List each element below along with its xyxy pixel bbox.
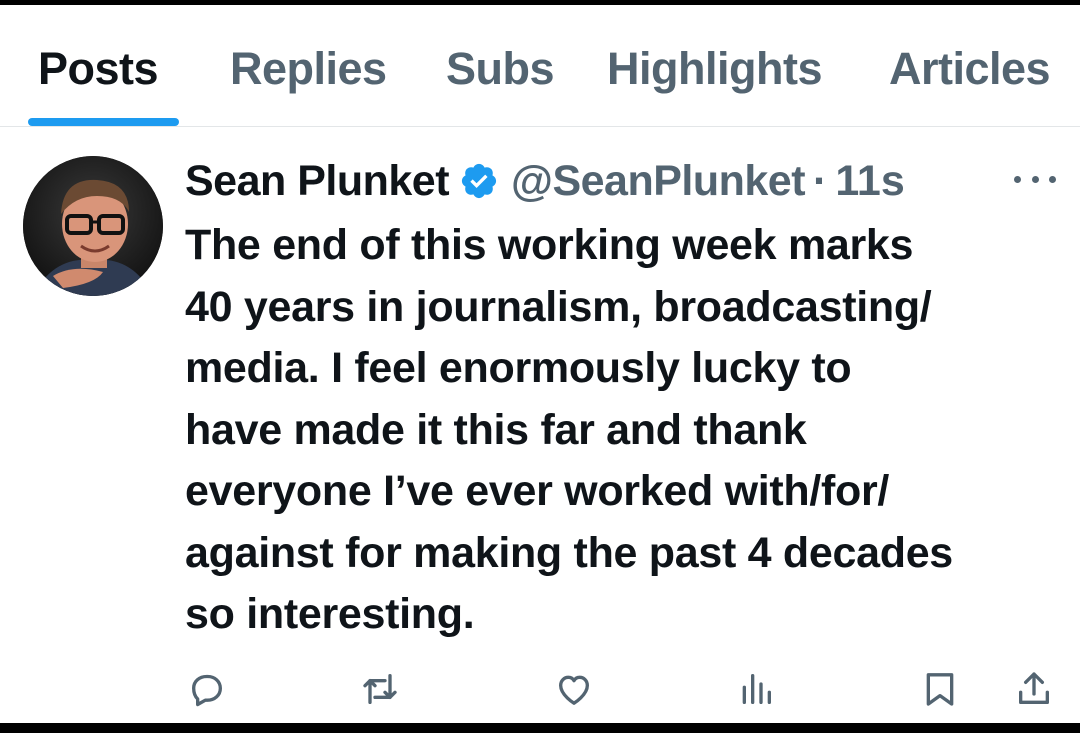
active-tab-indicator xyxy=(28,118,179,126)
bookmark-button[interactable] xyxy=(918,667,962,711)
tab-posts[interactable]: Posts xyxy=(38,43,159,95)
share-icon xyxy=(1019,672,1049,704)
tweet-text-line: against for making the past 4 decades xyxy=(185,528,953,577)
timestamp[interactable]: 11s xyxy=(835,157,904,206)
more-dot xyxy=(1014,175,1021,183)
tweet-text-line: The end of this working week marks xyxy=(185,221,914,269)
tweet-text-line: so interesting. xyxy=(185,590,475,638)
reply-icon xyxy=(192,674,222,707)
tab-highlights[interactable]: Highlights xyxy=(607,43,822,95)
tweet-text: The end of this working week marks 40 ye… xyxy=(185,215,1065,646)
reply-button[interactable] xyxy=(185,667,229,711)
repost-icon xyxy=(363,674,397,704)
like-icon xyxy=(559,675,589,705)
tab-replies[interactable]: Replies xyxy=(230,43,387,95)
more-dot xyxy=(1049,175,1056,183)
tweet-header: Sean Plunket @SeanPlunket · 11s xyxy=(185,153,905,209)
tweet-text-line: media. I feel enormously lucky to xyxy=(185,344,852,392)
tweet-text-line: 40 years in journalism, broadcasting/ xyxy=(185,282,932,331)
author-handle[interactable]: @SeanPlunket xyxy=(511,157,806,206)
views-icon xyxy=(742,674,771,704)
repost-button[interactable] xyxy=(358,667,402,711)
share-button[interactable] xyxy=(1012,667,1056,711)
profile-tabs: Posts Replies Subs Highlights Articles xyxy=(0,5,1080,127)
avatar[interactable] xyxy=(23,156,163,296)
like-button[interactable] xyxy=(552,667,596,711)
app-frame: Posts Replies Subs Highlights Articles S… xyxy=(0,5,1080,723)
avatar-photo xyxy=(23,156,163,296)
bookmark-icon xyxy=(926,673,954,706)
author-name[interactable]: Sean Plunket xyxy=(185,157,450,206)
more-dot xyxy=(1031,175,1039,183)
tab-articles[interactable]: Articles xyxy=(889,43,1051,95)
views-button[interactable] xyxy=(734,667,778,711)
separator-dot: · xyxy=(813,156,828,205)
tab-subs[interactable]: Subs xyxy=(446,43,555,95)
more-options-icon[interactable] xyxy=(1014,167,1056,191)
verified-badge-icon xyxy=(461,163,497,199)
tweet-text-line: everyone I’ve ever worked with/for/ xyxy=(185,467,890,515)
tweet-text-line: have made it this far and thank xyxy=(185,405,807,454)
